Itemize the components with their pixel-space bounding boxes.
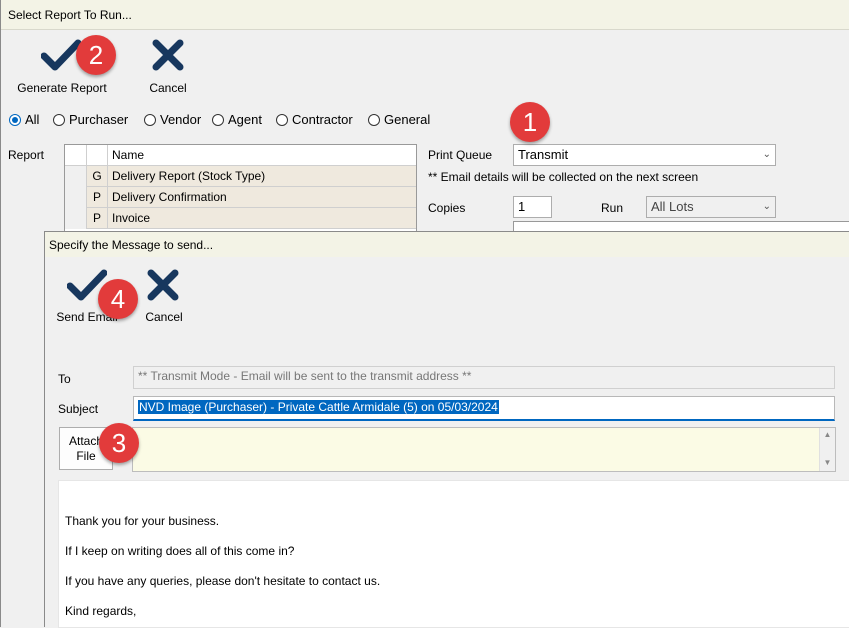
cancel-label: Cancel: [145, 310, 183, 324]
row-type: P: [87, 208, 108, 229]
grid-header: Name: [65, 145, 416, 166]
subject-label: Subject: [58, 402, 99, 416]
copies-label: Copies: [428, 201, 466, 215]
radio-dot: [276, 113, 288, 126]
attachments-list[interactable]: ▲ ▼: [132, 427, 836, 472]
subject-value: NVD Image (Purchaser) - Private Cattle A…: [138, 400, 499, 414]
to-label: To: [58, 372, 71, 386]
filter-contractor-radio[interactable]: Contractor: [276, 112, 353, 127]
specify-message-window: Specify the Message to send... Send Emai…: [44, 231, 849, 628]
grid-header-cell: [65, 145, 87, 166]
row-name: Delivery Report (Stock Type): [112, 169, 266, 183]
row-name: Invoice: [112, 211, 151, 225]
row-type: P: [87, 187, 108, 208]
filter-label: Contractor: [292, 112, 353, 127]
close-icon: [147, 269, 179, 301]
print-queue-value: Transmit: [518, 147, 569, 162]
checkmark-icon: [41, 38, 81, 72]
print-queue-select[interactable]: Transmit ⌄: [513, 144, 776, 166]
filter-purchaser-radio[interactable]: Purchaser: [53, 112, 128, 127]
row-selector: [65, 208, 87, 229]
row-selector: [65, 166, 87, 187]
report-row[interactable]: P Invoice: [65, 208, 416, 229]
copies-input[interactable]: 1: [513, 196, 552, 218]
to-field: ** Transmit Mode - Email will be sent to…: [133, 366, 835, 389]
report-grid[interactable]: Name G Delivery Report (Stock Type) P De…: [64, 144, 417, 234]
scroll-up-icon[interactable]: ▲: [820, 430, 835, 439]
body-line: Kind regards,: [65, 604, 137, 618]
copies-value: 1: [518, 199, 526, 214]
filter-label: Agent: [228, 112, 262, 127]
filter-label: All: [25, 112, 40, 127]
filter-label: General: [384, 112, 431, 127]
print-queue-label: Print Queue: [428, 148, 493, 162]
filter-all-radio[interactable]: All: [9, 112, 39, 127]
body-line: If I keep on writing does all of this co…: [65, 544, 295, 558]
step-4-badge: 4: [98, 279, 138, 319]
subject-input[interactable]: NVD Image (Purchaser) - Private Cattle A…: [133, 396, 835, 421]
row-type: G: [87, 166, 108, 187]
close-icon: [152, 39, 184, 71]
window-title: Specify the Message to send...: [45, 232, 849, 257]
report-row[interactable]: P Delivery Confirmation: [65, 187, 416, 208]
report-filter-group: All Purchaser Vendor Agent Contractor Ge…: [9, 112, 439, 130]
filter-agent-radio[interactable]: Agent: [212, 112, 262, 127]
cancel-label: Cancel: [149, 81, 187, 95]
step-3-badge: 3: [99, 423, 139, 463]
filter-label: Vendor: [160, 112, 202, 127]
body-line: If you have any queries, please don't he…: [65, 574, 381, 588]
radio-dot: [144, 113, 156, 126]
run-label: Run: [601, 201, 624, 215]
radio-dot: [9, 113, 21, 126]
radio-dot: [368, 113, 380, 126]
radio-dot: [212, 113, 224, 126]
scroll-down-icon[interactable]: ▼: [820, 458, 835, 467]
grid-header-cell: [87, 145, 108, 166]
step-1-badge: 1: [510, 102, 550, 142]
radio-dot: [53, 113, 65, 126]
step-2-badge: 2: [76, 35, 116, 75]
filter-general-radio[interactable]: General: [368, 112, 430, 127]
cancel-button[interactable]: Cancel: [139, 266, 189, 326]
generate-report-label: Generate Report: [17, 81, 107, 95]
filter-vendor-radio[interactable]: Vendor: [144, 112, 201, 127]
email-note: ** Email details will be collected on th…: [428, 170, 699, 184]
window-title: Select Report To Run...: [1, 0, 849, 30]
filter-label: Purchaser: [69, 112, 129, 127]
report-label: Report: [8, 148, 45, 162]
cancel-button[interactable]: Cancel: [141, 36, 195, 98]
body-line: Thank you for your business.: [65, 514, 220, 528]
row-name: Delivery Confirmation: [112, 190, 227, 204]
run-value: All Lots: [651, 199, 694, 214]
run-select[interactable]: All Lots ⌄: [646, 196, 776, 218]
to-value: ** Transmit Mode - Email will be sent to…: [138, 369, 472, 383]
row-selector: [65, 187, 87, 208]
grid-header-name: Name: [112, 148, 145, 162]
chevron-down-icon: ⌄: [762, 149, 771, 160]
message-body[interactable]: Thank you for your business. If I keep o…: [58, 480, 849, 628]
chevron-down-icon: ⌄: [762, 201, 771, 212]
attachments-scrollbar[interactable]: ▲ ▼: [819, 428, 835, 471]
report-row[interactable]: G Delivery Report (Stock Type): [65, 166, 416, 187]
